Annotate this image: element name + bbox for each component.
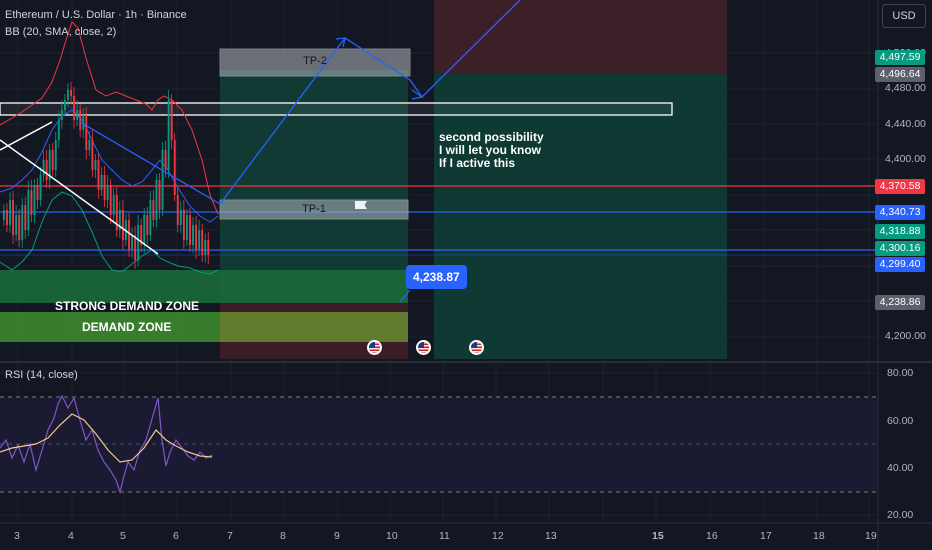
rsi-tick: 40.00 [887,462,914,474]
time-tick: 11 [439,530,450,542]
note-line-3[interactable]: If I active this [439,157,515,170]
price-tick: 4,440.00 [885,118,926,130]
demand-zone-label[interactable]: DEMAND ZONE [82,320,171,334]
time-tick: 7 [227,530,233,542]
rsi-indicator-label[interactable]: RSI (14, close) [5,369,78,381]
time-tick: 19 [865,530,877,542]
currency-button[interactable]: USD [882,4,926,28]
us-flag-icon[interactable] [416,340,431,355]
resistance-box-fill [0,103,672,115]
time-tick: 8 [280,530,286,542]
time-tick: 13 [545,530,557,542]
price-label-last: 4,300.16 [875,241,925,256]
time-tick: 10 [386,530,398,542]
price-tick: 4,200.00 [885,330,926,342]
target-zone-right [434,74,727,359]
rsi-tick: 60.00 [887,415,914,427]
demand-zone-overlap [220,312,408,342]
price-tick: 4,480.00 [885,82,926,94]
bb-indicator-label[interactable]: BB (20, SMA, close, 2) [5,26,116,38]
strong-demand-zone-label[interactable]: STRONG DEMAND ZONE [55,299,199,313]
price-label-tp2-high: 4,497.59 [875,50,925,65]
tp2-label[interactable]: TP-2 [220,55,410,67]
price-label-low: 4,238.86 [875,295,925,310]
time-tick: 4 [68,530,74,542]
tp1-label[interactable]: TP-1 [220,203,408,215]
stop-zone-right [434,0,727,74]
us-flag-icon[interactable] [469,340,484,355]
time-tick: 9 [334,530,340,542]
symbol-title[interactable]: Ethereum / U.S. Dollar · 1h · Binance [5,9,187,21]
price-label-support: 4,299.40 [875,257,925,272]
price-callout[interactable]: 4,238.87 [406,265,467,289]
rsi-tick: 80.00 [887,367,914,379]
price-label-red-level: 4,370.58 [875,179,925,194]
price-label-blue-level: 4,340.73 [875,205,925,220]
time-tick: 17 [760,530,772,542]
us-flag-icon[interactable] [367,340,382,355]
time-tick: 6 [173,530,179,542]
time-tick: 16 [706,530,718,542]
time-tick: 15 [652,530,664,542]
time-tick: 5 [120,530,126,542]
time-tick: 3 [14,530,20,542]
time-tick: 12 [492,530,504,542]
price-tick: 4,400.00 [885,153,926,165]
time-tick: 18 [813,530,825,542]
rsi-tick: 20.00 [887,509,914,521]
price-label-tp2-low: 4,496.64 [875,67,925,82]
price-label-bb-basis: 4,318.88 [875,224,925,239]
